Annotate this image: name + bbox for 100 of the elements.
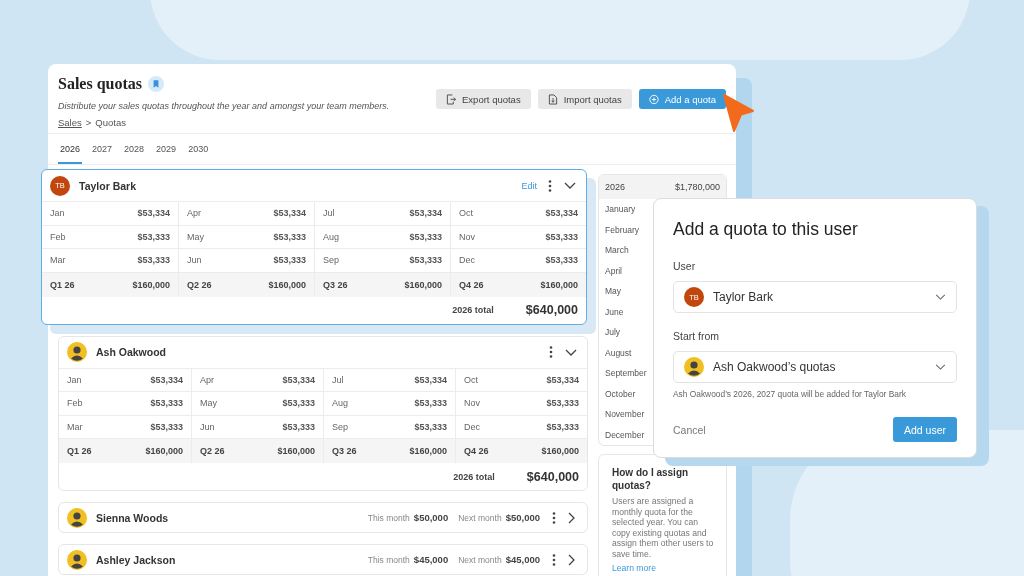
- summary-month: March: [605, 245, 629, 256]
- summary-total: $1,780,000: [674, 182, 720, 192]
- year-tab[interactable]: 2029: [154, 134, 179, 164]
- this-month-label: This month: [367, 512, 410, 523]
- month-label: Dec: [459, 255, 475, 266]
- month-amount: $53,333: [273, 231, 306, 242]
- more-options-icon[interactable]: [549, 346, 553, 358]
- select-value: Taylor Bark: [713, 290, 775, 304]
- month-amount: $53,334: [409, 208, 442, 219]
- year-total-amount: $640,000: [526, 469, 579, 484]
- month-amount: $53,333: [409, 255, 442, 266]
- chevron-down-icon[interactable]: [564, 182, 576, 189]
- month-amount: $53,333: [150, 398, 183, 409]
- this-month-amount: $50,000: [413, 512, 449, 523]
- quarter-total: $160,000: [277, 446, 315, 456]
- month-label: Sep: [323, 255, 339, 266]
- month-label: May: [187, 231, 204, 242]
- quarter-label: Q2 26: [200, 446, 225, 456]
- month-label: Jun: [200, 421, 215, 432]
- month-amount: $53,334: [414, 374, 447, 385]
- export-icon: [446, 93, 457, 105]
- quarter-total: $160,000: [145, 446, 183, 456]
- month-amount: $53,333: [137, 255, 170, 266]
- page-title: Sales quotas: [58, 74, 143, 94]
- month-label: Nov: [459, 231, 475, 242]
- next-month-amount: $50,000: [505, 512, 540, 523]
- select-field[interactable]: Ash Oakwood’s quotas: [673, 351, 957, 383]
- quarter-total: $160,000: [541, 446, 579, 456]
- summary-month: August: [605, 347, 632, 358]
- month-amount: $53,334: [150, 374, 183, 385]
- month-label: Feb: [67, 398, 83, 409]
- year-tab[interactable]: 2030: [186, 134, 211, 164]
- summary-month: September: [605, 368, 647, 379]
- user-name: Sienna Woods: [96, 511, 169, 524]
- this-month-label: This month: [367, 554, 410, 565]
- field-label: User: [673, 259, 696, 273]
- next-month-label: Next month: [458, 554, 502, 565]
- month-amount: $53,334: [282, 374, 315, 385]
- month-label: Dec: [464, 421, 480, 432]
- quarter-total: $160,000: [540, 279, 578, 290]
- month-amount: $53,333: [546, 398, 579, 409]
- select-value: Ash Oakwood’s quotas: [713, 360, 837, 374]
- month-amount: $53,333: [273, 255, 306, 266]
- year-tab[interactable]: 2028: [122, 134, 147, 164]
- breadcrumb-separator: >: [85, 117, 92, 129]
- more-options-icon[interactable]: [552, 511, 556, 524]
- summary-month: April: [605, 265, 622, 276]
- month-label: Feb: [50, 231, 66, 242]
- month-label: Nov: [464, 398, 480, 409]
- summary-year: 2026: [605, 182, 626, 192]
- month-label: Aug: [332, 398, 348, 409]
- page-description: Distribute your sales quotas throughout the year and amongst your team members.: [58, 101, 390, 112]
- quarter-total: $160,000: [132, 279, 170, 290]
- next-month-amount: $45,000: [505, 554, 540, 565]
- next-month-label: Next month: [458, 512, 502, 523]
- avatar-icon: [684, 357, 704, 377]
- year-total-label: 2026 total: [453, 471, 495, 482]
- user-name: Ash Oakwood: [96, 346, 166, 358]
- month-amount: $53,333: [137, 231, 170, 242]
- more-options-icon[interactable]: [548, 179, 552, 192]
- month-label: Jun: [187, 255, 202, 266]
- summary-month: November: [605, 409, 645, 420]
- summary-month: October: [605, 388, 636, 399]
- month-amount: $53,333: [409, 231, 442, 242]
- chevron-right-icon[interactable]: [568, 511, 575, 524]
- chevron-down-icon[interactable]: [565, 348, 577, 356]
- month-amount: $53,333: [414, 421, 447, 432]
- bookmark-icon[interactable]: [148, 76, 165, 92]
- dialog-hint: Ash Oakwood’s 2026, 2027 quota will be added for Taylor Bark: [673, 389, 906, 400]
- avatar-icon: [67, 549, 87, 570]
- chevron-right-icon[interactable]: [568, 553, 575, 566]
- cancel-button[interactable]: Cancel: [673, 423, 706, 436]
- year-total-label: 2026 total: [452, 305, 494, 315]
- quarter-label: Q1 26: [67, 446, 92, 456]
- month-label: Oct: [459, 208, 473, 219]
- more-options-icon[interactable]: [552, 553, 556, 566]
- month-amount: $53,333: [282, 421, 315, 432]
- avatar-icon: [67, 507, 87, 528]
- month-amount: $53,333: [545, 231, 578, 242]
- dialog-title: Add a quota to this user: [673, 218, 859, 241]
- year-total-amount: $640,000: [525, 303, 578, 317]
- summary-month: February: [605, 224, 639, 235]
- help-title: How do I assign quotas?: [612, 467, 690, 492]
- export-button[interactable]: Export quotas: [436, 89, 531, 109]
- user-name: Ashley Jackson: [96, 553, 176, 566]
- this-month-amount: $45,000: [413, 554, 449, 565]
- month-label: Jan: [50, 208, 65, 219]
- month-label: Aug: [323, 231, 339, 242]
- import-icon: [547, 93, 558, 105]
- year-tab[interactable]: 2026: [58, 134, 83, 164]
- month-label: Sep: [332, 421, 348, 432]
- breadcrumb-link[interactable]: Sales: [58, 117, 82, 129]
- month-amount: $53,333: [546, 421, 579, 432]
- summary-month: June: [605, 306, 624, 317]
- month-amount: $53,333: [414, 398, 447, 409]
- month-amount: $53,334: [273, 208, 306, 219]
- year-tab[interactable]: 2027: [90, 134, 115, 164]
- field-label: Start from: [673, 329, 720, 343]
- import-button[interactable]: Import quotas: [537, 89, 632, 109]
- chevron-down-icon: [935, 294, 946, 300]
